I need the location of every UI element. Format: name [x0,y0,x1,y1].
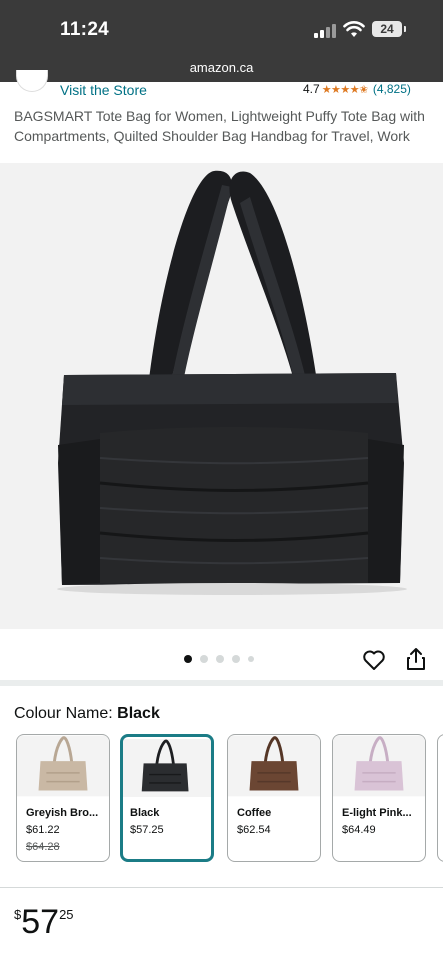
swatch-thumbnail-image [123,738,211,798]
swatch-name: E-light Pink... [342,807,412,819]
wifi-icon [343,21,365,37]
swatch-old-price: $64.28 [26,841,60,853]
section-divider [0,680,443,686]
tote-bag-illustration [57,170,407,595]
price-whole: 57 [21,903,60,941]
colour-name-label: Colour Name: Black [14,705,160,723]
visit-store-link[interactable]: Visit the Store [60,82,147,98]
swatch-price: $61.22 [26,824,60,836]
swatch-greyish-brown[interactable]: Greyish Bro... $61.22 $64.28 [16,734,110,862]
product-title: BAGSMART Tote Bag for Women, Lightweight… [14,108,425,144]
heart-icon[interactable] [362,648,386,672]
carousel-dot[interactable] [248,656,254,662]
price-currency: $ [14,907,22,922]
rating-value: 4.7 [303,82,320,96]
section-divider [0,887,443,888]
browser-top-bar: 11:24 24 amazon.ca [0,0,443,82]
product-image[interactable] [0,163,443,629]
product-price: $5725 [14,903,74,942]
swatch-price: $64.49 [342,824,376,836]
swatch-price: $62.54 [237,824,271,836]
colour-label-text: Colour Name: [14,705,118,722]
swatch-coffee[interactable]: Coffee $62.54 [227,734,321,862]
cellular-signal-icon [314,24,336,38]
carousel-dot-active[interactable] [184,655,192,663]
swatch-name: Coffee [237,807,272,819]
swatch-next-partial[interactable] [437,734,443,862]
carousel-dot[interactable] [232,655,240,663]
swatch-light-pink[interactable]: E-light Pink... $64.49 [332,734,426,862]
swatch-thumbnail-image [333,735,425,797]
swatch-thumbnail-image [228,735,320,797]
carousel-dot[interactable] [216,655,224,663]
rating-count-link[interactable]: (4,825) [373,82,411,96]
share-icon[interactable] [405,647,427,671]
swatch-thumbnail-image [17,735,109,797]
rating-summary[interactable]: 4.7 ★★★★✬ (4,825) [303,82,411,96]
status-time: 11:24 [60,19,110,40]
swatch-black[interactable]: Black $57.25 [120,734,214,862]
swatch-name: Black [130,807,160,819]
swatch-price: $57.25 [130,824,164,836]
store-logo [16,70,48,92]
selected-colour-name: Black [117,705,160,722]
battery-indicator: 24 [372,21,406,37]
image-carousel-dots[interactable] [184,655,254,663]
carousel-dot[interactable] [200,655,208,663]
swatch-name: Greyish Bro... [26,807,99,819]
store-row: Visit the Store 4.7 ★★★★✬ (4,825) [0,70,443,102]
url-bar[interactable]: amazon.ca [0,60,443,75]
price-fraction: 25 [59,907,74,922]
rating-stars-icon: ★★★★✬ [321,83,369,96]
